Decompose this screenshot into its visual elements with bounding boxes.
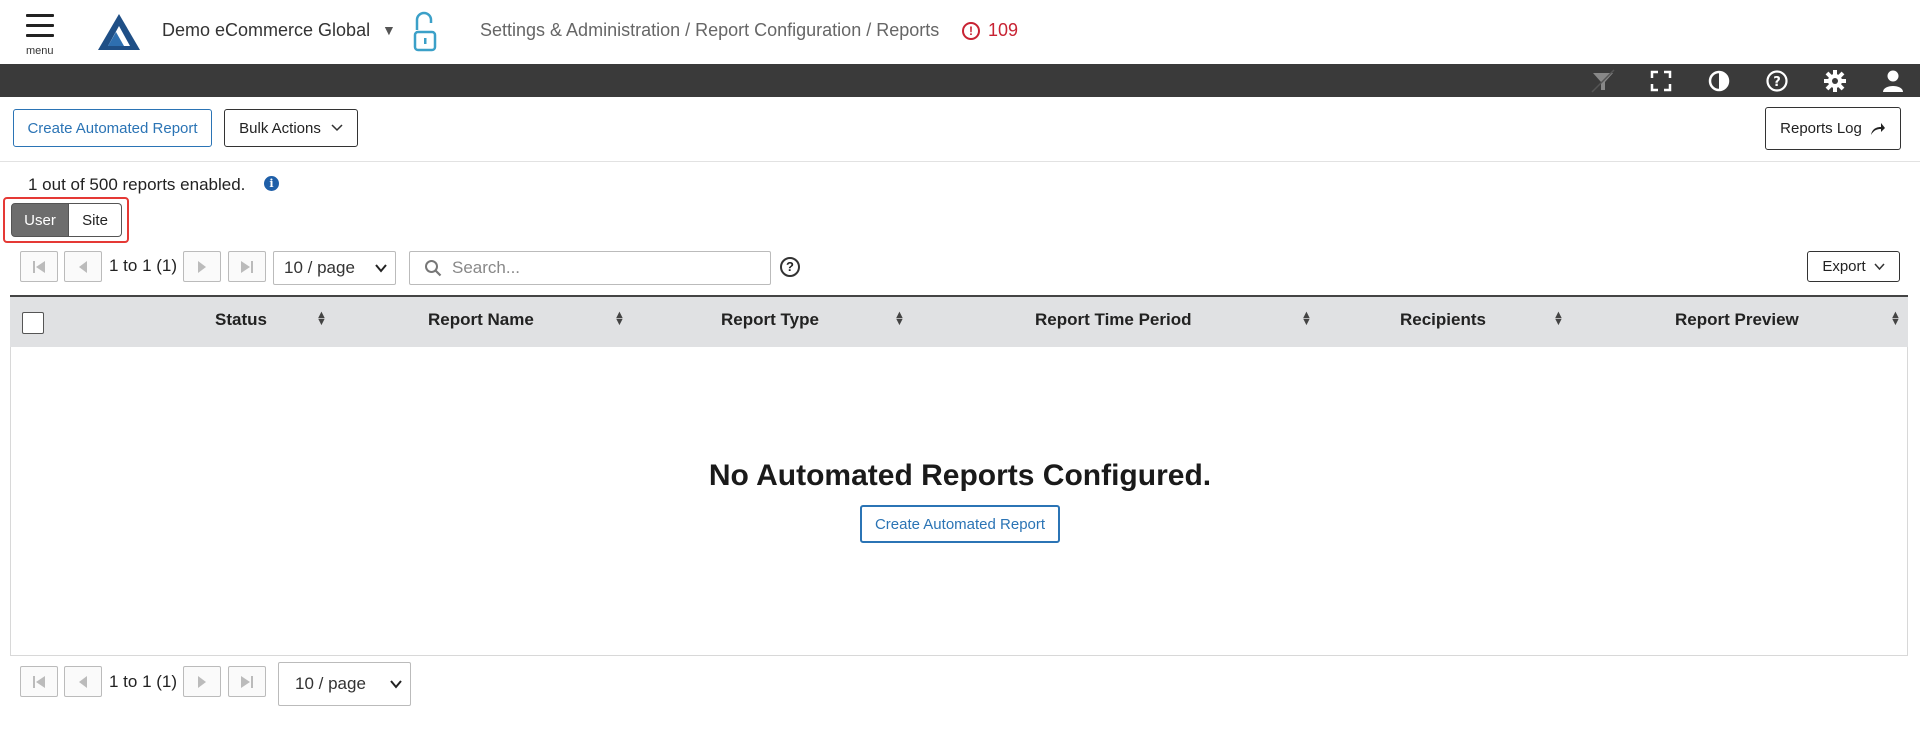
- last-page-button[interactable]: [228, 666, 266, 697]
- reports-enabled-text: 1 out of 500 reports enabled.: [28, 175, 246, 194]
- unlock-icon[interactable]: [410, 10, 440, 54]
- column-header-report-type[interactable]: Report Type: [721, 310, 819, 330]
- table-header: [10, 295, 1908, 347]
- last-page-icon: [241, 675, 253, 688]
- first-page-icon: [33, 675, 45, 688]
- site-toggle-button[interactable]: Site: [69, 203, 122, 237]
- bulk-actions-label: Bulk Actions: [239, 119, 321, 137]
- logo-icon: [98, 14, 140, 50]
- empty-state-create-button[interactable]: Create Automated Report: [860, 505, 1060, 543]
- empty-state-title: No Automated Reports Configured.: [708, 459, 1212, 492]
- column-header-report-time-period[interactable]: Report Time Period: [1035, 310, 1192, 330]
- chevron-down-icon: [1874, 262, 1885, 270]
- breadcrumb: Settings & Administration / Report Confi…: [480, 20, 940, 40]
- page-size-value: 10 / page: [295, 674, 366, 693]
- select-all-checkbox[interactable]: [22, 312, 44, 334]
- prev-page-icon: [79, 675, 87, 688]
- user-toggle-label: User: [24, 211, 56, 229]
- column-header-recipients[interactable]: Recipients: [1400, 310, 1486, 330]
- menu-label: menu: [26, 45, 54, 57]
- next-page-button[interactable]: [183, 666, 221, 697]
- help-icon[interactable]: ?: [1764, 68, 1790, 94]
- next-page-icon: [198, 675, 206, 688]
- site-toggle-label: Site: [82, 211, 108, 229]
- search-placeholder: Search...: [452, 258, 521, 277]
- sort-icon[interactable]: ▲ ▼: [614, 310, 625, 328]
- column-header-report-name[interactable]: Report Name: [428, 310, 534, 330]
- gear-icon[interactable]: [1822, 68, 1848, 94]
- search-icon: [425, 260, 442, 277]
- next-page-icon: [198, 260, 206, 273]
- last-page-icon: [241, 260, 253, 273]
- export-button[interactable]: Export: [1807, 251, 1900, 282]
- last-page-button[interactable]: [228, 251, 266, 282]
- filter-icon[interactable]: [1590, 68, 1616, 94]
- user-toggle-button[interactable]: User: [11, 203, 69, 237]
- sort-icon[interactable]: ▲ ▼: [1301, 310, 1312, 328]
- first-page-button[interactable]: [20, 666, 58, 697]
- page-size-value: 10 / page: [284, 258, 355, 277]
- prev-page-icon: [79, 260, 87, 273]
- svg-text:?: ?: [1773, 75, 1781, 90]
- alert-indicator[interactable]: ! 109: [962, 20, 1018, 41]
- company-dropdown-icon[interactable]: ▼: [382, 22, 396, 38]
- alert-count: 109: [988, 20, 1019, 40]
- export-label: Export: [1822, 258, 1866, 275]
- chevron-down-icon: [331, 124, 343, 132]
- fullscreen-icon[interactable]: [1648, 68, 1674, 94]
- first-page-button[interactable]: [20, 251, 58, 282]
- first-page-icon: [33, 260, 45, 273]
- empty-state-create-label: Create Automated Report: [874, 515, 1046, 533]
- column-header-report-preview[interactable]: Report Preview: [1675, 310, 1799, 330]
- sort-icon[interactable]: ▲ ▼: [1553, 310, 1564, 328]
- page-size-select[interactable]: 10 / page: [278, 662, 411, 706]
- sort-icon[interactable]: ▲ ▼: [894, 310, 905, 328]
- menu-button[interactable]: menu: [22, 10, 62, 58]
- user-icon[interactable]: [1880, 68, 1906, 94]
- divider: [0, 161, 1920, 162]
- create-automated-report-button[interactable]: Create Automated Report: [13, 109, 212, 147]
- page-size-select[interactable]: 10 / page: [273, 251, 396, 285]
- reports-log-label: Reports Log: [1780, 120, 1862, 137]
- pager-range-text: 1 to 1 (1): [109, 672, 178, 691]
- app-header: menu Demo eCommerce Global ▼ Settings & …: [0, 0, 1920, 64]
- search-field[interactable]: Search...: [409, 251, 771, 285]
- sort-icon[interactable]: ▲ ▼: [1890, 310, 1901, 328]
- prev-page-button[interactable]: [64, 251, 102, 282]
- column-header-status[interactable]: Status: [215, 310, 267, 330]
- create-button-label: Create Automated Report: [27, 119, 198, 137]
- contrast-icon[interactable]: [1706, 68, 1732, 94]
- bulk-actions-button[interactable]: Bulk Actions: [224, 109, 358, 147]
- info-icon[interactable]: i: [264, 176, 279, 191]
- prev-page-button[interactable]: [64, 666, 102, 697]
- reports-log-button[interactable]: Reports Log: [1765, 107, 1901, 150]
- alert-icon: !: [962, 21, 980, 40]
- chevron-down-icon: [375, 264, 387, 273]
- search-help-icon[interactable]: ?: [780, 257, 800, 277]
- chevron-down-icon: [390, 680, 402, 689]
- pager-range-text: 1 to 1 (1): [109, 256, 178, 275]
- next-page-button[interactable]: [183, 251, 221, 282]
- company-name[interactable]: Demo eCommerce Global: [162, 20, 370, 41]
- sort-icon[interactable]: ▲ ▼: [316, 310, 327, 328]
- share-arrow-icon: [1870, 122, 1885, 135]
- top-toolbar: ?: [0, 64, 1920, 97]
